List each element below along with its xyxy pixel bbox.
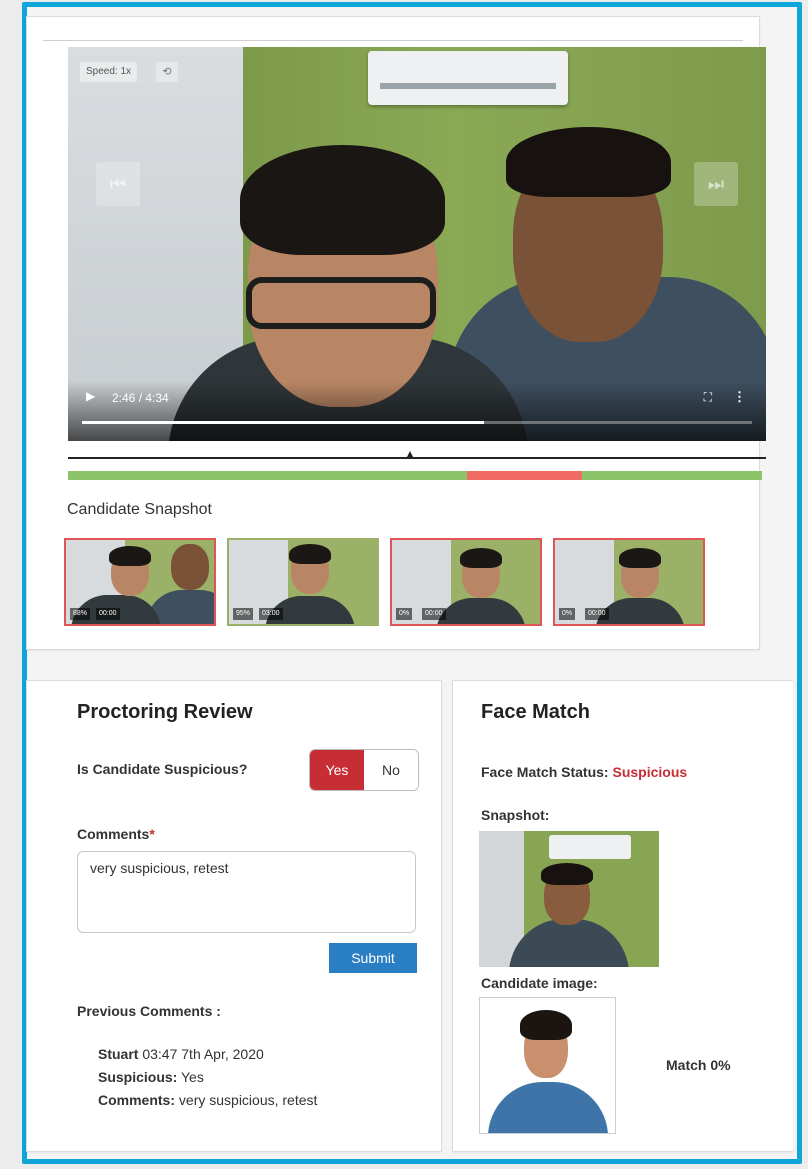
timeline-segment[interactable] xyxy=(581,471,762,480)
snapshot-time: 03:00 xyxy=(259,608,283,620)
timeline-track[interactable] xyxy=(68,457,766,459)
candidate-image-label: Candidate image: xyxy=(481,975,598,991)
fullscreen-icon[interactable]: ⛶ xyxy=(704,390,712,405)
comment-comments-label: Comments: xyxy=(98,1092,176,1108)
skip-back-icon[interactable]: ⏮ xyxy=(96,162,140,206)
timeline-segment[interactable] xyxy=(467,471,582,480)
comment-text: Comments: very suspicious, retest xyxy=(98,1089,317,1112)
suspicion-timeline[interactable] xyxy=(68,471,762,480)
play-icon[interactable]: ▶ xyxy=(86,389,95,403)
review-title: Proctoring Review xyxy=(77,701,253,723)
face-match-title: Face Match xyxy=(481,701,590,723)
comments-label-text: Comments xyxy=(77,826,150,842)
status-value: Suspicious xyxy=(612,764,688,780)
snapshot-time: 00:00 xyxy=(96,608,120,620)
reset-icon[interactable]: ⟲ xyxy=(156,62,178,82)
comments-input[interactable]: very suspicious, retest xyxy=(77,851,416,933)
comment-datetime: 03:47 7th Apr, 2020 xyxy=(142,1046,264,1062)
comment-author: Stuart xyxy=(98,1046,139,1062)
timeline-segment[interactable] xyxy=(68,471,468,480)
required-mark: * xyxy=(149,826,155,842)
comment-suspicious-label: Suspicious: xyxy=(98,1069,178,1085)
suspicious-question: Is Candidate Suspicious? xyxy=(77,761,248,777)
snapshot-thumbnail[interactable]: 88% 00:00 xyxy=(64,538,216,626)
candidate-image xyxy=(479,997,616,1134)
snapshot-score: 95% xyxy=(233,608,254,620)
snapshot-image xyxy=(479,831,659,967)
match-score: Match 0% xyxy=(666,1057,731,1073)
comment-suspicious-value: Yes xyxy=(181,1069,204,1085)
yes-button[interactable]: Yes xyxy=(310,750,364,790)
snapshot-thumbnail[interactable]: 95% 03:00 xyxy=(227,538,379,626)
snapshot-time: 00:00 xyxy=(585,608,609,620)
video-progress-bar[interactable] xyxy=(82,421,752,424)
speed-button[interactable]: Speed: 1x xyxy=(80,62,138,82)
time-display: 2:46 / 4:34 xyxy=(112,391,169,405)
snapshot-score: 88% xyxy=(70,608,91,620)
player-controls xyxy=(68,381,766,441)
snapshot-thumbnail[interactable]: 0% 00:00 xyxy=(553,538,705,626)
proctoring-review-panel: Proctoring Review Is Candidate Suspiciou… xyxy=(26,680,442,1152)
no-button[interactable]: No xyxy=(364,750,418,790)
snapshot-thumbnail[interactable]: 0% 00:00 xyxy=(390,538,542,626)
video-progress-fill xyxy=(82,421,484,424)
comment-comments-value: very suspicious, retest xyxy=(178,1092,318,1108)
snapshot-score: 0% xyxy=(559,608,576,620)
skip-forward-icon[interactable]: ⏭ xyxy=(694,162,738,206)
face-match-status: Face Match Status: Suspicious xyxy=(481,764,687,780)
suspicious-toggle[interactable]: Yes No xyxy=(309,749,419,791)
snapshot-score: 0% xyxy=(396,608,413,620)
snapshot-title: Candidate Snapshot xyxy=(67,501,212,518)
previous-comments-title: Previous Comments : xyxy=(77,1003,221,1019)
divider xyxy=(43,40,743,41)
more-options-icon[interactable]: ⋮ xyxy=(733,389,746,405)
comment-header: Stuart 03:47 7th Apr, 2020 xyxy=(98,1043,317,1066)
snapshot-time: 00:00 xyxy=(422,608,446,620)
comment-suspicious: Suspicious: Yes xyxy=(98,1066,317,1089)
timeline-marker[interactable] xyxy=(407,451,414,457)
status-label: Face Match Status: xyxy=(481,764,609,780)
comments-label: Comments* xyxy=(77,826,155,842)
previous-comment: Stuart 03:47 7th Apr, 2020 Suspicious: Y… xyxy=(98,1043,317,1112)
face-match-panel: Face Match Face Match Status: Suspicious… xyxy=(452,680,793,1152)
video-player[interactable]: Speed: 1x ⟲ ⏮ ⏭ ▶ 2:46 / 4:34 ⛶ ⋮ xyxy=(68,47,766,441)
snapshot-label: Snapshot: xyxy=(481,807,550,823)
submit-button[interactable]: Submit xyxy=(329,943,417,973)
